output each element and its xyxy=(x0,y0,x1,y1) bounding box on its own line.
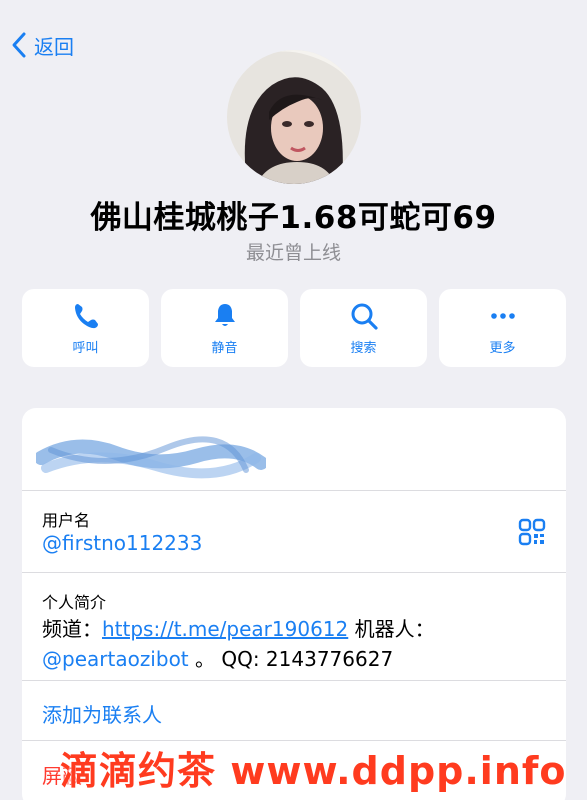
add-contact-row[interactable]: 添加为联系人 xyxy=(22,680,566,740)
username-row[interactable]: 用户名 @firstno112233 xyxy=(22,490,566,572)
username-value[interactable]: @firstno112233 xyxy=(42,531,202,555)
back-label: 返回 xyxy=(34,34,74,59)
avatar[interactable] xyxy=(227,50,361,184)
qr-code-icon[interactable] xyxy=(518,518,546,546)
profile-name: 佛山桂城桃子1.68可蛇可69 xyxy=(90,200,497,236)
avatar-image xyxy=(227,50,361,184)
channel-prefix: 频道： xyxy=(42,617,102,641)
chevron-left-icon xyxy=(12,32,26,58)
redaction-scribble xyxy=(36,436,266,479)
bio-line-1: 频道：https://t.me/pear190612 机器人： xyxy=(42,613,435,642)
back-button[interactable]: 返回 xyxy=(10,30,74,60)
qq-text: 。 QQ: 2143776627 xyxy=(195,647,394,671)
more-label: 更多 xyxy=(489,340,516,356)
bot-mention[interactable]: @peartaozibot xyxy=(42,647,189,671)
username-label: 用户名 xyxy=(42,511,91,530)
search-icon xyxy=(351,303,378,330)
more-button[interactable]: 更多 xyxy=(439,289,566,367)
more-icon xyxy=(490,312,515,319)
watermark-text: 滴滴约茶 www.ddpp.info xyxy=(60,749,567,793)
channel-link[interactable]: https://t.me/pear190612 xyxy=(102,617,348,641)
mute-button[interactable]: 静音 xyxy=(161,289,288,367)
call-label: 呼叫 xyxy=(72,340,99,356)
action-bar: 呼叫 静音 搜索 更多 xyxy=(22,289,566,367)
bio-line-2: @peartaozibot 。 QQ: 2143776627 xyxy=(42,643,393,672)
phone-icon xyxy=(74,303,98,328)
mute-label: 静音 xyxy=(211,340,238,356)
bell-icon xyxy=(214,303,235,326)
bio-row: 个人简介 频道：https://t.me/pear190612 机器人： @pe… xyxy=(22,572,566,680)
search-label: 搜索 xyxy=(350,340,377,356)
profile-status: 最近曾上线 xyxy=(245,242,341,264)
search-button[interactable]: 搜索 xyxy=(300,289,427,367)
add-contact-button[interactable]: 添加为联系人 xyxy=(42,699,162,728)
bio-label: 个人简介 xyxy=(42,593,107,612)
call-button[interactable]: 呼叫 xyxy=(22,289,149,367)
bot-prefix: 机器人： xyxy=(348,617,435,641)
